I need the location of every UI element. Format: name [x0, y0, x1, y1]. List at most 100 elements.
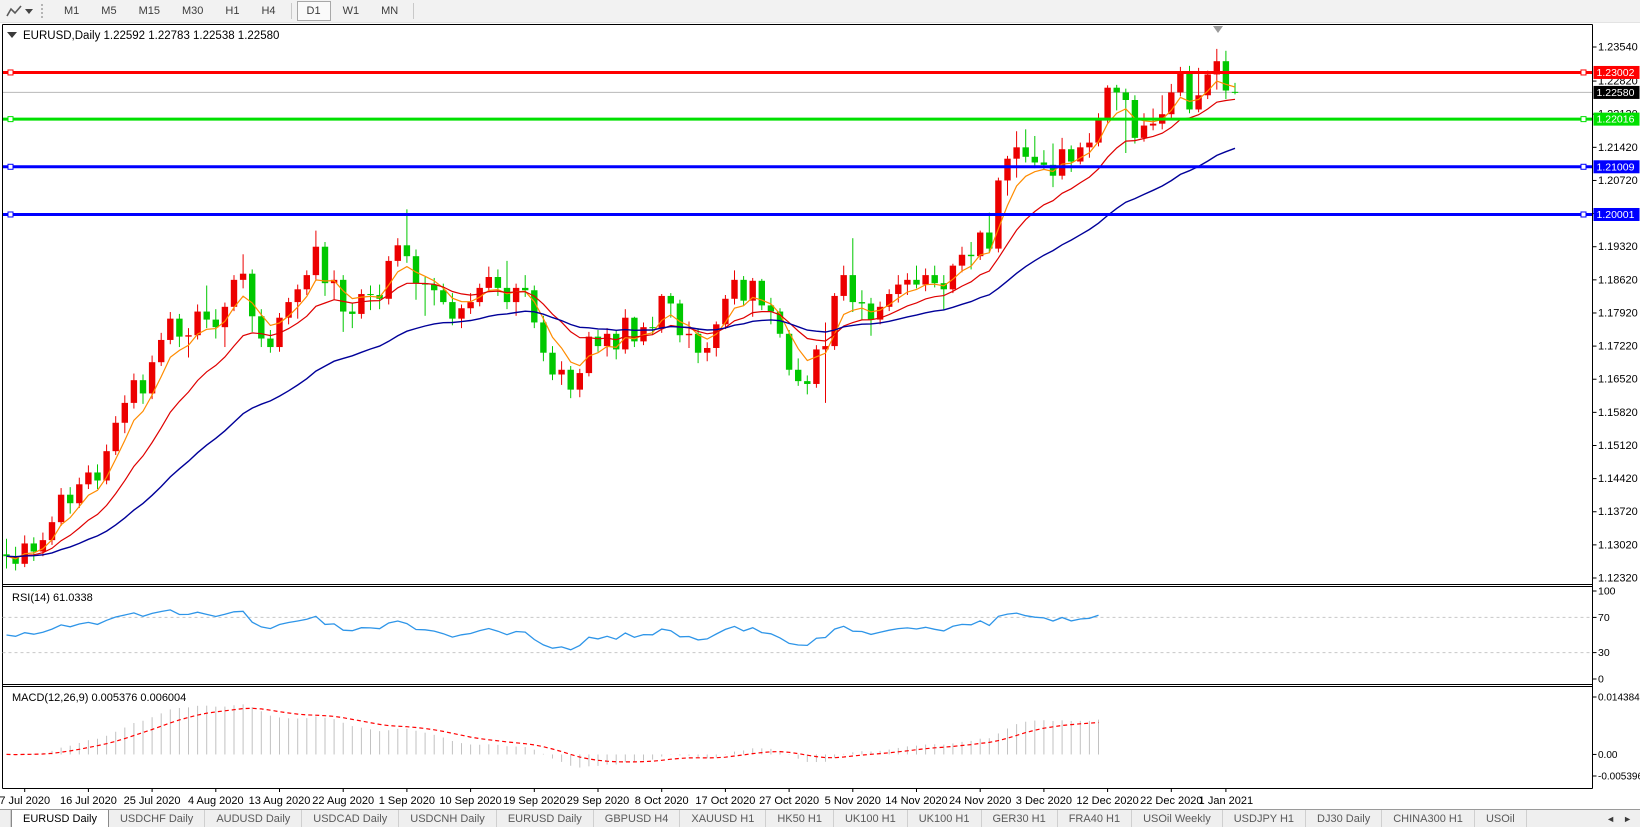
date-label: 8 Oct 2020 [635, 795, 689, 807]
symbol-tab-fra40-h1-12[interactable]: FRA40 H1 [1058, 810, 1132, 827]
hline-1.20001[interactable] [3, 212, 1593, 217]
hline-handle[interactable] [1581, 212, 1586, 217]
toolbar-separator [291, 3, 292, 19]
candle-body [977, 233, 983, 257]
candle-body [467, 302, 473, 308]
hline-1.21009[interactable] [3, 164, 1593, 169]
hline-handle[interactable] [8, 117, 13, 122]
date-label: 19 Sep 2020 [503, 795, 565, 807]
chart-shift-marker-icon[interactable] [1213, 26, 1223, 33]
symbol-tabbar: EURUSD DailyUSDCHF DailyAUDUSD DailyUSDC… [0, 809, 1640, 827]
candle-body [1086, 143, 1092, 148]
candle-body [149, 362, 155, 393]
candle-body [1095, 119, 1101, 143]
date-label: 29 Sep 2020 [567, 795, 629, 807]
candle-body [31, 543, 37, 551]
symbol-tab-china300-h1-16[interactable]: CHINA300 H1 [1382, 810, 1475, 827]
symbol-tab-eurusd-daily-0[interactable]: EURUSD Daily [11, 810, 109, 827]
symbol-tab-xauusd-h1-7[interactable]: XAUUSD H1 [680, 810, 766, 827]
macd-axis-label: 0.00 [1598, 750, 1618, 761]
timeframe-button-m30[interactable]: M30 [172, 1, 213, 21]
tab-scroll-arrows: ◄ ► [1598, 810, 1640, 827]
price-badge-1.23002: 1.23002 [1594, 66, 1640, 79]
title-caret-icon[interactable] [7, 32, 17, 38]
candle-body [968, 255, 974, 256]
price-tick-label: 1.15120 [1598, 440, 1638, 452]
timeframe-button-mn[interactable]: MN [371, 1, 408, 21]
symbol-tab-usdjpy-h1-14[interactable]: USDJPY H1 [1223, 810, 1306, 827]
candle-body [668, 296, 674, 304]
price-tick-label: 1.15820 [1598, 407, 1638, 419]
chart-canvas[interactable]: 1.235401.228201.221201.214201.207201.200… [0, 24, 1640, 808]
timeframe-button-h4[interactable]: H4 [251, 1, 285, 21]
symbol-tab-hk50-h1-8[interactable]: HK50 H1 [766, 810, 834, 827]
price-badge-text: 1.23002 [1597, 67, 1635, 79]
candle-body [249, 274, 255, 317]
hline-handle[interactable] [1581, 164, 1586, 169]
price-tick-label: 1.13020 [1598, 539, 1638, 551]
symbol-tab-uk100-h1-9[interactable]: UK100 H1 [834, 810, 908, 827]
toolbar-grip[interactable] [41, 4, 46, 18]
price-badge-1.22580: 1.22580 [1594, 86, 1640, 99]
hline-handle[interactable] [1581, 70, 1586, 75]
hline-1.23002[interactable] [3, 70, 1593, 75]
symbol-tab-gbpusd-h4-6[interactable]: GBPUSD H4 [594, 810, 681, 827]
date-label: 4 Aug 2020 [188, 795, 244, 807]
symbol-tab-audusd-daily-2[interactable]: AUDUSD Daily [205, 810, 302, 827]
timeframe-button-d1[interactable]: D1 [297, 1, 331, 21]
tabbar-lead-spacer [0, 810, 11, 827]
candle-body [932, 275, 938, 283]
candle-body [786, 334, 792, 370]
candle-body [240, 274, 246, 280]
hline-handle[interactable] [8, 164, 13, 169]
candle-body [158, 340, 164, 362]
symbol-tab-ger30-h1-11[interactable]: GER30 H1 [982, 810, 1058, 827]
tabs-scroll-right-icon[interactable]: ► [1623, 814, 1632, 824]
timeframe-button-w1[interactable]: W1 [333, 1, 370, 21]
symbol-tab-usdcad-daily-3[interactable]: USDCAD Daily [302, 810, 399, 827]
rsi-axis-label: 30 [1598, 647, 1610, 659]
timeframe-button-m15[interactable]: M15 [129, 1, 170, 21]
hline-handle[interactable] [8, 70, 13, 75]
candle-body [1059, 149, 1065, 176]
date-label: 25 Jul 2020 [124, 795, 181, 807]
candle-body [267, 339, 273, 348]
timeframe-button-m1[interactable]: M1 [54, 1, 89, 21]
symbol-tab-usoil-weekly-13[interactable]: USOil Weekly [1132, 810, 1223, 827]
candle-body [76, 484, 82, 503]
date-label: 1 Jan 2021 [1199, 795, 1253, 807]
symbol-tab-usoil-17[interactable]: USOil [1475, 810, 1527, 827]
candle-body [322, 247, 328, 283]
candle-body [722, 299, 728, 325]
symbol-tab-uk100-h1-10[interactable]: UK100 H1 [908, 810, 982, 827]
candle-body [486, 277, 492, 288]
candle-body [568, 370, 574, 390]
symbol-tab-usdchf-daily-1[interactable]: USDCHF Daily [109, 810, 205, 827]
candle-body [904, 280, 910, 285]
candle-body [1068, 149, 1074, 161]
symbol-tab-usdcnh-daily-4[interactable]: USDCNH Daily [399, 810, 497, 827]
candle-body [549, 353, 555, 375]
candle-body [1223, 61, 1229, 90]
hline-handle[interactable] [8, 212, 13, 217]
candle-body [458, 308, 464, 318]
hline-handle[interactable] [1581, 117, 1586, 122]
symbol-tab-eurusd-daily-5[interactable]: EURUSD Daily [497, 810, 594, 827]
candle-body [194, 312, 200, 336]
timeframe-button-h1[interactable]: H1 [215, 1, 249, 21]
candle-body [1186, 72, 1192, 110]
chart-line-tool-icon[interactable] [0, 1, 39, 21]
tabs-scroll-left-icon[interactable]: ◄ [1606, 814, 1615, 824]
candle-body [731, 280, 737, 299]
candle-body [67, 495, 73, 504]
candle-body [959, 255, 965, 266]
hline-1.22016[interactable] [3, 117, 1593, 122]
candle-body [176, 319, 182, 337]
price-tick-label: 1.16520 [1598, 374, 1638, 386]
candle-body [558, 370, 564, 375]
date-label: 3 Dec 2020 [1016, 795, 1072, 807]
candle-body [340, 280, 346, 312]
timeframe-button-m5[interactable]: M5 [91, 1, 126, 21]
symbol-tab-dj30-daily-15[interactable]: DJ30 Daily [1306, 810, 1382, 827]
candle-body [740, 280, 746, 301]
